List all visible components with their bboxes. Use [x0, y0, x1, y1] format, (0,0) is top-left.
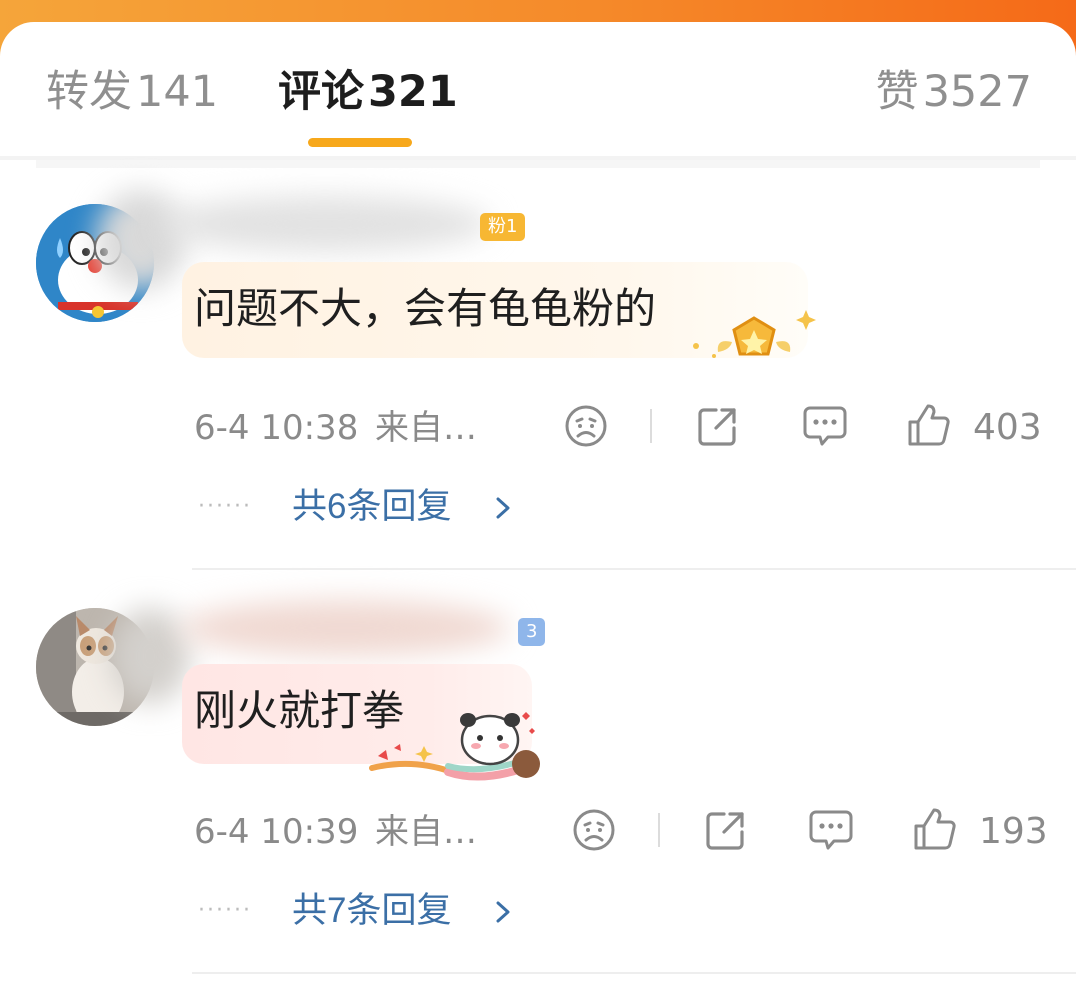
replies-dots: ······ [198, 898, 252, 923]
comment-source: 来自… [375, 812, 477, 852]
username-redaction [180, 600, 510, 656]
like-count: 403 [973, 407, 1042, 448]
like-thumb-icon[interactable] [906, 402, 952, 448]
comment-timestamp: 6-4 10:38 [194, 408, 359, 448]
action-separator [658, 813, 660, 847]
dislike-icon[interactable] [571, 807, 617, 853]
action-separator [650, 409, 652, 443]
tab-likes-count: 3527 [922, 67, 1032, 117]
view-replies-link[interactable]: 共7条回复 [292, 888, 522, 934]
gold-star-badge-icon [693, 310, 816, 358]
view-replies-link[interactable]: 共6条回复 [292, 484, 522, 530]
share-icon[interactable] [704, 808, 748, 852]
fan-badge: 粉1 [480, 213, 526, 241]
like-thumb-icon[interactable] [912, 806, 958, 852]
share-icon[interactable] [696, 404, 740, 448]
comment-divider [192, 972, 1076, 974]
tab-comments[interactable]: 评论321 [278, 66, 458, 118]
dislike-icon[interactable] [563, 403, 609, 449]
active-tab-indicator [308, 138, 412, 147]
replies-label: 共7条回复 [292, 891, 452, 930]
panda-sticker-icon [369, 712, 540, 781]
tab-comments-count: 321 [368, 67, 458, 117]
comment-divider [192, 568, 1076, 570]
comment-source: 来自… [375, 408, 477, 448]
comment-icon[interactable] [802, 404, 848, 448]
comment-timestamp: 6-4 10:39 [194, 812, 359, 852]
replies-dots: ······ [198, 494, 252, 519]
level-badge: 3 [518, 618, 546, 646]
like-count: 193 [979, 811, 1048, 852]
tab-comments-label: 评论 [278, 67, 364, 117]
username-redaction [160, 196, 490, 252]
chevron-right-icon [496, 901, 510, 923]
username-redaction [96, 190, 186, 290]
comment-text: 问题不大，会有龟龟粉的 [194, 284, 657, 333]
comment-icon[interactable] [808, 808, 854, 852]
tab-likes-label: 赞 [875, 67, 919, 117]
tab-repost-count: 141 [136, 67, 219, 117]
replies-label: 共6条回复 [292, 487, 452, 526]
username-redaction [110, 608, 190, 704]
tab-repost-label: 转发 [46, 67, 132, 117]
chevron-right-icon [496, 497, 510, 519]
tab-likes[interactable]: 赞3527 [876, 66, 1032, 118]
tab-repost[interactable]: 转发141 [46, 66, 218, 118]
tabs-divider-shadow [36, 160, 1040, 168]
